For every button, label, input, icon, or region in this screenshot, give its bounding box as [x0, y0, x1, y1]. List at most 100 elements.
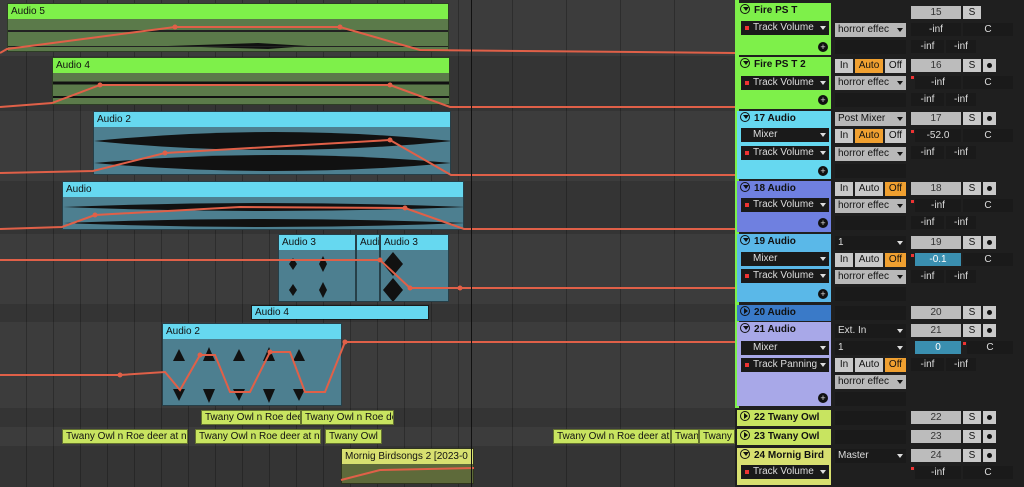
output-chooser[interactable]: horror effec — [835, 270, 906, 284]
solo-button[interactable]: S — [963, 324, 981, 337]
arm-button[interactable] — [983, 236, 996, 249]
volume-value[interactable]: -inf — [915, 466, 961, 479]
volume-value[interactable]: -inf — [915, 76, 961, 89]
track-21-audio[interactable]: 21 Audio Mixer Track Panning + Ext. In 1… — [735, 322, 1024, 408]
output-sub[interactable] — [835, 40, 906, 54]
solo-button[interactable]: S — [963, 236, 981, 249]
device-chooser[interactable]: Track Volume — [741, 146, 829, 160]
volume-value[interactable]: -52.0 — [915, 129, 961, 142]
input-channel-chooser[interactable]: 1 — [835, 341, 906, 355]
solo-button[interactable]: S — [963, 430, 981, 443]
track-name[interactable]: 21 Audio — [737, 322, 831, 337]
add-lane-icon[interactable]: + — [818, 289, 828, 299]
arm-button[interactable] — [983, 449, 996, 462]
monitor-in[interactable]: In — [835, 182, 853, 196]
mixer-chooser[interactable]: Mixer — [741, 341, 829, 355]
monitor-in[interactable]: In — [835, 358, 853, 372]
arm-button[interactable] — [983, 59, 996, 72]
mixer-chooser[interactable]: Mixer — [741, 128, 829, 142]
volume-value[interactable]: -0.1 — [915, 253, 961, 266]
volume-value[interactable]: -inf — [915, 199, 961, 212]
solo-button[interactable]: S — [963, 411, 981, 424]
volume-value[interactable]: -inf — [911, 23, 961, 36]
monitor-off[interactable]: Off — [885, 182, 906, 196]
monitor-in[interactable]: In — [835, 253, 853, 267]
track-name[interactable]: 24 Mornig Bird — [737, 448, 831, 463]
pan-value[interactable]: C — [963, 253, 1013, 266]
track-name[interactable]: 18 Audio — [737, 181, 831, 196]
output-sub[interactable] — [835, 164, 906, 178]
solo-button[interactable]: S — [963, 6, 981, 19]
fold-icon[interactable] — [740, 323, 750, 333]
output-sub[interactable] — [835, 93, 906, 107]
device-chooser[interactable]: Track Panning — [741, 358, 829, 372]
device-chooser[interactable]: Track Volume — [741, 76, 829, 90]
track-name[interactable]: 19 Audio — [737, 234, 831, 249]
pan-value[interactable]: C — [963, 466, 1013, 479]
io-slot[interactable] — [835, 430, 906, 444]
arm-button[interactable] — [983, 430, 996, 443]
monitor-auto[interactable]: Auto — [855, 358, 883, 372]
io-slot[interactable] — [835, 306, 906, 320]
device-chooser[interactable]: Track Volume — [741, 21, 829, 35]
arrangement-view[interactable]: Audio 5 Audio 4 Audio 2 Audio Audio 3 Au… — [0, 0, 735, 487]
track-19-audio[interactable]: 19 Audio Mixer Track Volume + 1 In Auto … — [735, 234, 1024, 304]
output-chooser[interactable]: horror effec — [835, 23, 906, 37]
add-lane-icon[interactable]: + — [818, 393, 828, 403]
monitor-in[interactable]: In — [835, 129, 853, 143]
solo-button[interactable]: S — [963, 306, 981, 319]
send-b[interactable]: -inf — [946, 93, 976, 106]
arm-button[interactable] — [983, 411, 996, 424]
solo-button[interactable]: S — [963, 182, 981, 195]
add-lane-icon[interactable]: + — [818, 166, 828, 176]
output-chooser[interactable]: horror effec — [835, 199, 906, 213]
output-sub[interactable] — [835, 287, 906, 301]
output-chooser[interactable]: Master — [835, 449, 906, 463]
arm-button[interactable] — [983, 306, 996, 319]
monitor-off[interactable]: Off — [885, 253, 906, 267]
send-b[interactable]: -inf — [946, 270, 976, 283]
io-slot[interactable] — [835, 411, 906, 425]
monitor-off[interactable]: Off — [885, 358, 906, 372]
track-name[interactable]: 22 Twany Owl — [737, 410, 831, 425]
track-23-twany-owl[interactable]: 23 Twany Owl 23 S — [735, 427, 1024, 446]
add-lane-icon[interactable]: + — [818, 42, 828, 52]
playhead[interactable] — [471, 0, 472, 487]
track-name[interactable]: 20 Audio — [737, 305, 831, 320]
solo-button[interactable]: S — [963, 59, 981, 72]
pan-value[interactable]: C — [963, 129, 1013, 142]
solo-button[interactable]: S — [963, 449, 981, 462]
track-fire-ps-t[interactable]: Fire PS T Track Volume + horror effec 15… — [735, 0, 1024, 56]
arm-button[interactable] — [983, 182, 996, 195]
fold-icon[interactable] — [740, 430, 750, 440]
fold-icon[interactable] — [740, 411, 750, 421]
send-a[interactable]: -inf — [911, 216, 944, 229]
pan-value[interactable]: C — [963, 23, 1013, 36]
track-20-audio[interactable]: 20 Audio 20 S — [735, 304, 1024, 322]
pan-value[interactable]: C — [967, 341, 1013, 354]
output-chooser[interactable]: horror effec — [835, 375, 906, 389]
monitor-off[interactable]: Off — [885, 59, 906, 73]
output-chooser[interactable]: horror effec — [835, 76, 906, 90]
track-17-audio[interactable]: 17 Audio Mixer Track Volume + Post Mixer… — [735, 111, 1024, 181]
automation-envelopes[interactable] — [0, 0, 735, 487]
send-a[interactable]: -inf — [911, 40, 944, 53]
send-a[interactable]: -inf — [911, 270, 944, 283]
track-18-audio[interactable]: 18 Audio Track Volume + In Auto Off horr… — [735, 181, 1024, 234]
monitor-auto[interactable]: Auto — [855, 182, 883, 196]
mixer-chooser[interactable]: Mixer — [741, 252, 829, 266]
track-fire-ps-t-2[interactable]: Fire PS T 2 Track Volume + In Auto Off h… — [735, 56, 1024, 111]
arm-button[interactable] — [983, 112, 996, 125]
track-name[interactable]: 23 Twany Owl — [737, 429, 831, 444]
send-b[interactable]: -inf — [946, 216, 976, 229]
monitor-in[interactable]: In — [835, 59, 853, 73]
volume-value[interactable]: 0 — [915, 341, 961, 354]
track-name[interactable]: Fire PS T 2 — [737, 57, 831, 72]
arm-button[interactable] — [983, 324, 996, 337]
monitor-auto[interactable]: Auto — [855, 253, 883, 267]
fold-icon[interactable] — [740, 112, 750, 122]
fold-icon[interactable] — [740, 4, 750, 14]
track-name[interactable]: 17 Audio — [737, 111, 831, 126]
add-lane-icon[interactable]: + — [818, 218, 828, 228]
send-b[interactable]: -inf — [946, 40, 976, 53]
